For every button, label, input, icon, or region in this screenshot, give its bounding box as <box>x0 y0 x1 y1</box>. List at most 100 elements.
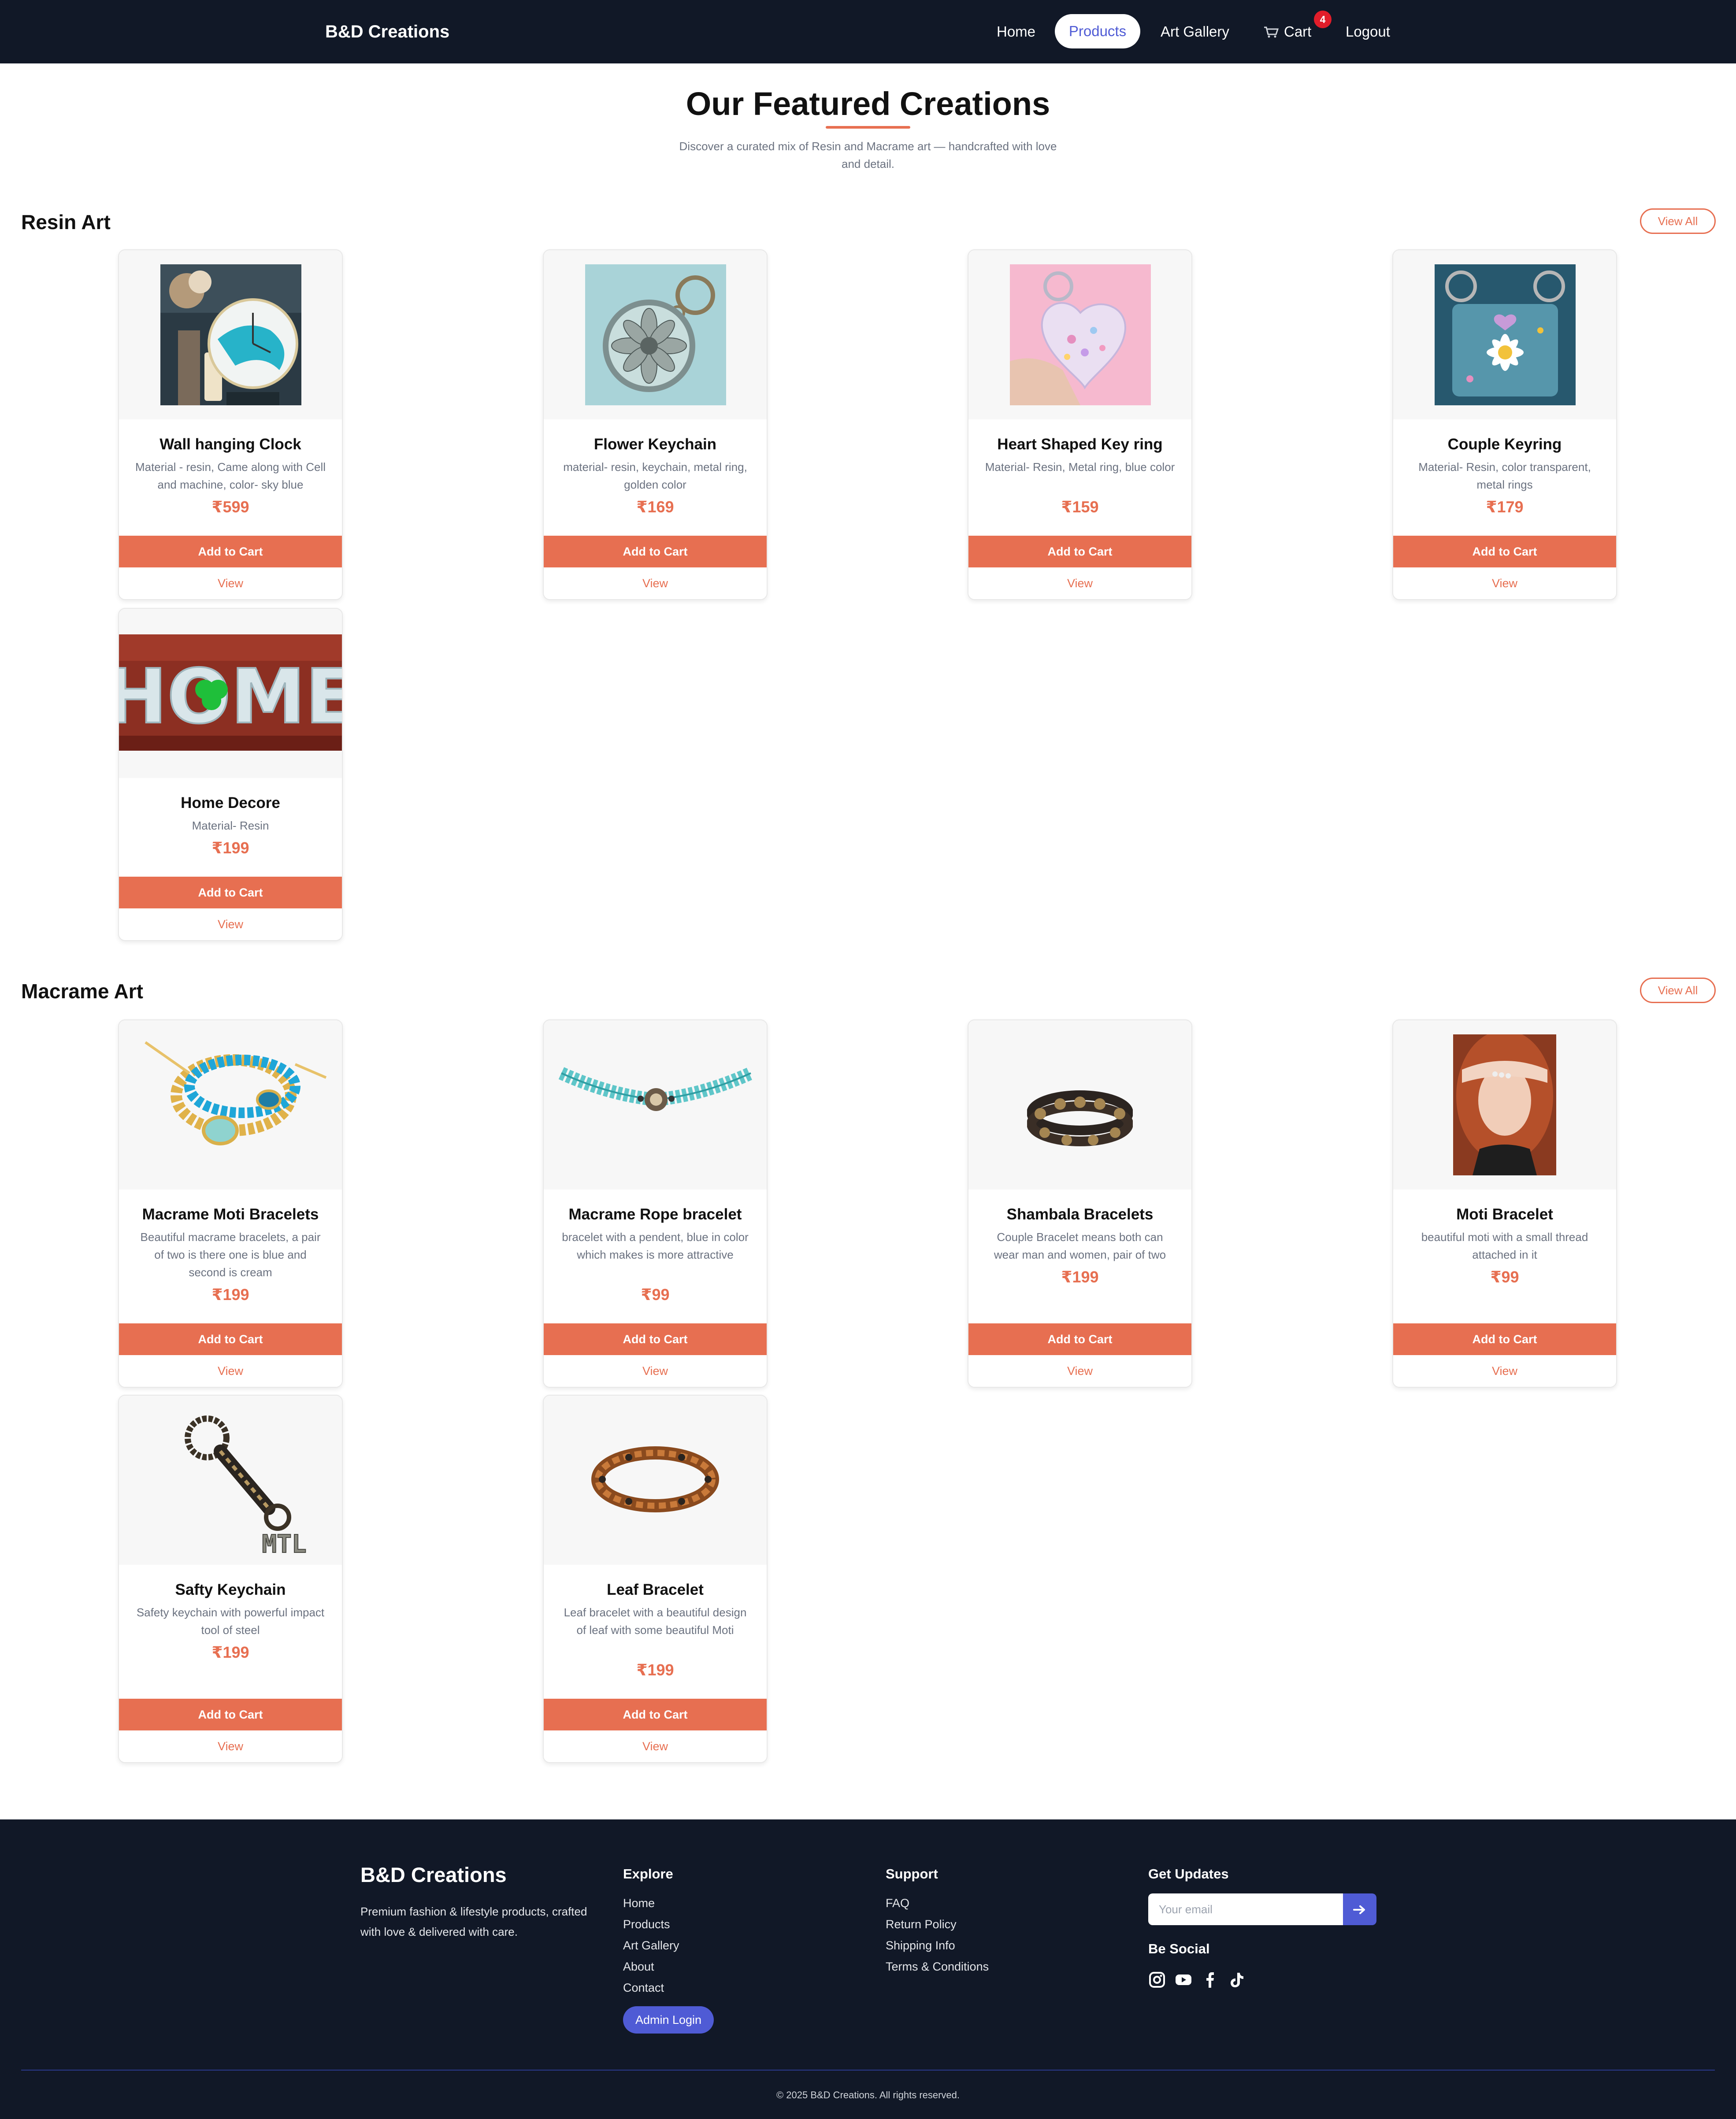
brand-logo[interactable]: B&D Creations <box>325 21 449 42</box>
product-name: Moti Bracelet <box>1456 1206 1553 1223</box>
product-name: Leaf Bracelet <box>607 1581 704 1598</box>
view-product-button[interactable]: View <box>544 567 767 599</box>
add-to-cart-button[interactable]: Add to Cart <box>119 877 342 908</box>
footer-link-return-policy[interactable]: Return Policy <box>886 1915 957 1933</box>
product-price: ₹199 <box>211 1285 249 1304</box>
add-to-cart-button[interactable]: Add to Cart <box>968 1323 1191 1355</box>
footer: B&D Creations Premium fashion & lifestyl… <box>0 1819 1736 2119</box>
product-image-moti-bracelet[interactable] <box>1393 1020 1616 1189</box>
add-to-cart-button[interactable]: Add to Cart <box>544 1699 767 1730</box>
view-product-button[interactable]: View <box>968 1355 1191 1387</box>
arrow-right-icon <box>1353 1905 1365 1914</box>
product-card: Wall hanging Clock Material - resin, Cam… <box>118 249 343 600</box>
view-product-button[interactable]: View <box>119 567 342 599</box>
product-card: HOME Home Decore Material- Resin ₹199 Ad… <box>118 608 343 941</box>
macrame-rope-bracelet-image <box>558 1067 754 1111</box>
add-to-cart-button[interactable]: Add to Cart <box>119 1323 342 1355</box>
product-image-heart-key-ring[interactable] <box>968 250 1191 419</box>
footer-link-products[interactable]: Products <box>623 1915 670 1933</box>
view-product-button[interactable]: View <box>544 1355 767 1387</box>
macrame-moti-bracelets-image <box>145 1041 327 1145</box>
add-to-cart-button[interactable]: Add to Cart <box>544 536 767 567</box>
footer-social-heading: Be Social <box>1148 1941 1210 1956</box>
product-description: Beautiful macrame bracelets, a pair of t… <box>140 1230 321 1279</box>
view-product-button[interactable]: View <box>119 908 342 940</box>
view-product-button[interactable]: View <box>968 567 1191 599</box>
add-to-cart-button[interactable]: Add to Cart <box>1393 536 1616 567</box>
shambala-bracelets-image <box>1027 1090 1133 1146</box>
view-product-button[interactable]: View <box>119 1730 342 1762</box>
product-image-macrame-moti-bracelets[interactable] <box>119 1020 342 1189</box>
product-description: Safety keychain with powerful impact too… <box>136 1606 325 1637</box>
newsletter-email-input[interactable] <box>1148 1893 1343 1925</box>
product-image-home-decore[interactable]: HOME <box>119 609 342 778</box>
page-subtitle: Discover a curated mix of Resin and Macr… <box>679 140 1057 170</box>
svg-text:HOME: HOME <box>119 653 342 741</box>
title-underline <box>826 126 910 129</box>
product-image-macrame-rope-bracelet[interactable] <box>544 1020 767 1189</box>
tiktok-icon[interactable] <box>1228 1971 1245 1989</box>
product-price: ₹179 <box>1486 498 1524 516</box>
add-to-cart-button[interactable]: Add to Cart <box>119 1699 342 1730</box>
footer-link-art-gallery[interactable]: Art Gallery <box>623 1937 679 1954</box>
product-price: ₹159 <box>1061 498 1099 516</box>
product-image-leaf-bracelet[interactable] <box>544 1396 767 1565</box>
footer-link-faq[interactable]: FAQ <box>886 1894 909 1912</box>
product-image-flower-keychain[interactable] <box>544 250 767 419</box>
view-product-button[interactable]: View <box>1393 1355 1616 1387</box>
nav-products[interactable]: Products <box>1055 14 1140 48</box>
cart-icon <box>1264 26 1279 38</box>
footer-link-shipping-info[interactable]: Shipping Info <box>886 1937 955 1954</box>
product-card: Flower Keychain material- resin, keychai… <box>543 249 768 600</box>
footer-support-heading: Support <box>886 1866 938 1882</box>
nav-art-gallery[interactable]: Art Gallery <box>1161 21 1229 42</box>
add-to-cart-button[interactable]: Add to Cart <box>544 1323 767 1355</box>
product-image-wall-clock[interactable] <box>119 250 342 419</box>
view-all-macrame-button[interactable]: View All <box>1640 978 1716 1003</box>
view-product-button[interactable]: View <box>119 1355 342 1387</box>
view-all-resin-button[interactable]: View All <box>1640 208 1716 234</box>
product-name: Safty Keychain <box>175 1581 286 1598</box>
cart-count-badge: 4 <box>1314 11 1332 28</box>
admin-login-button[interactable]: Admin Login <box>623 2006 714 2034</box>
product-price: ₹99 <box>1490 1268 1519 1286</box>
product-card: Macrame Moti Bracelets Beautiful macrame… <box>118 1019 343 1388</box>
product-description: beautiful moti with a small thread attac… <box>1421 1230 1588 1261</box>
view-product-button[interactable]: View <box>1393 567 1616 599</box>
product-name: Flower Keychain <box>594 436 717 453</box>
footer-link-about[interactable]: About <box>623 1958 654 1975</box>
product-image-safty-keychain[interactable]: MTL <box>119 1396 342 1565</box>
moti-bracelet-image <box>1453 1034 1556 1175</box>
product-name: Heart Shaped Key ring <box>997 436 1163 453</box>
footer-link-terms[interactable]: Terms & Conditions <box>886 1958 989 1975</box>
add-to-cart-button[interactable]: Add to Cart <box>968 536 1191 567</box>
section-title-macrame-art: Macrame Art <box>21 980 143 1003</box>
facebook-icon[interactable] <box>1201 1971 1219 1989</box>
add-to-cart-button[interactable]: Add to Cart <box>119 536 342 567</box>
product-image-couple-keyring[interactable] <box>1393 250 1616 419</box>
footer-brand: B&D Creations <box>360 1863 507 1886</box>
product-card: Leaf Bracelet Leaf bracelet with a beaut… <box>543 1395 768 1763</box>
couple-keyring-image <box>1435 264 1576 405</box>
product-price: ₹599 <box>211 498 249 516</box>
footer-link-home[interactable]: Home <box>623 1894 655 1912</box>
youtube-icon[interactable] <box>1175 1971 1192 1989</box>
product-price: ₹199 <box>636 1661 674 1679</box>
footer-link-contact[interactable]: Contact <box>623 1979 664 1997</box>
product-description: Material - resin, Came along with Cell a… <box>135 460 326 491</box>
add-to-cart-button[interactable]: Add to Cart <box>1393 1323 1616 1355</box>
view-product-button[interactable]: View <box>544 1730 767 1762</box>
product-name: Macrame Moti Bracelets <box>142 1206 319 1223</box>
product-image-shambala-bracelets[interactable] <box>968 1020 1191 1189</box>
footer-divider <box>21 2070 1715 2071</box>
home-decore-image: HOME <box>119 634 342 751</box>
product-description: Couple Bracelet means both can wear man … <box>994 1230 1166 1261</box>
nav-logout[interactable]: Logout <box>1346 21 1390 42</box>
svg-text:MTL: MTL <box>262 1530 306 1557</box>
newsletter-submit-button[interactable] <box>1343 1893 1376 1925</box>
nav-home[interactable]: Home <box>997 21 1035 42</box>
instagram-icon[interactable] <box>1148 1971 1166 1989</box>
nav-cart[interactable]: Cart <box>1264 21 1311 42</box>
navbar: B&D Creations Home Products Art Gallery … <box>0 0 1736 63</box>
product-card: MTL Safty Keychain Safety keychain with … <box>118 1395 343 1763</box>
